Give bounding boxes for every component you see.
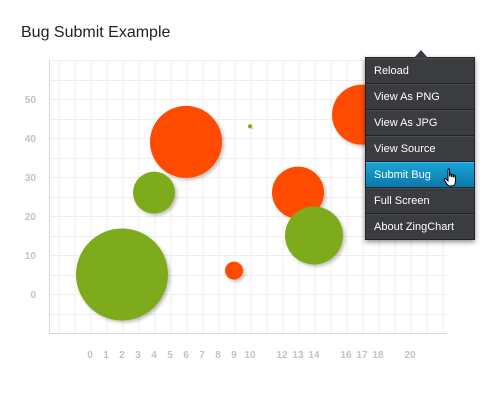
x-tick-label: 12	[276, 350, 288, 361]
menu-item-reload[interactable]: Reload	[366, 58, 474, 84]
bubble-point	[248, 124, 252, 129]
x-tick-label: 14	[308, 350, 320, 361]
menu-item-view-as-jpg[interactable]: View As JPG	[366, 110, 474, 136]
bubble-point	[225, 261, 243, 280]
x-tick-label: 18	[372, 350, 384, 361]
y-tick-label: 20	[25, 212, 37, 223]
bubble-point	[76, 228, 168, 321]
x-tick-label: 7	[199, 350, 205, 361]
x-tick-label: 16	[340, 350, 352, 361]
bubble-point	[150, 105, 222, 178]
x-tick-label: 13	[292, 350, 304, 361]
x-tick-label: 20	[404, 350, 416, 361]
bubble-point	[133, 171, 175, 214]
x-tick-label: 4	[151, 350, 157, 361]
x-tick-label: 8	[215, 350, 221, 361]
x-tick-label: 6	[183, 350, 189, 361]
y-tick-label: 10	[25, 251, 37, 262]
x-tick-label: 17	[356, 350, 368, 361]
x-tick-label: 1	[103, 350, 109, 361]
menu-item-full-screen[interactable]: Full Screen	[366, 188, 474, 214]
x-tick-label: 10	[244, 350, 256, 361]
y-tick-label: 40	[25, 134, 37, 145]
hand-pointer-icon	[443, 168, 456, 187]
menu-item-view-source[interactable]: View Source	[366, 136, 474, 162]
y-tick-label: 50	[25, 95, 37, 106]
x-tick-label: 9	[231, 350, 237, 361]
y-tick-label: 30	[25, 173, 37, 184]
x-tick-label: 2	[119, 350, 125, 361]
x-tick-label: 0	[87, 350, 93, 361]
bubble-point	[285, 206, 343, 265]
menu-item-about-zingchart[interactable]: About ZingChart	[366, 214, 474, 239]
context-menu: Reload View As PNG View As JPG View Source S…	[365, 50, 475, 240]
x-tick-label: 3	[135, 350, 141, 361]
menu-item-view-as-png[interactable]: View As PNG	[366, 84, 474, 110]
y-tick-label: 0	[30, 290, 36, 301]
x-tick-label: 5	[167, 350, 173, 361]
